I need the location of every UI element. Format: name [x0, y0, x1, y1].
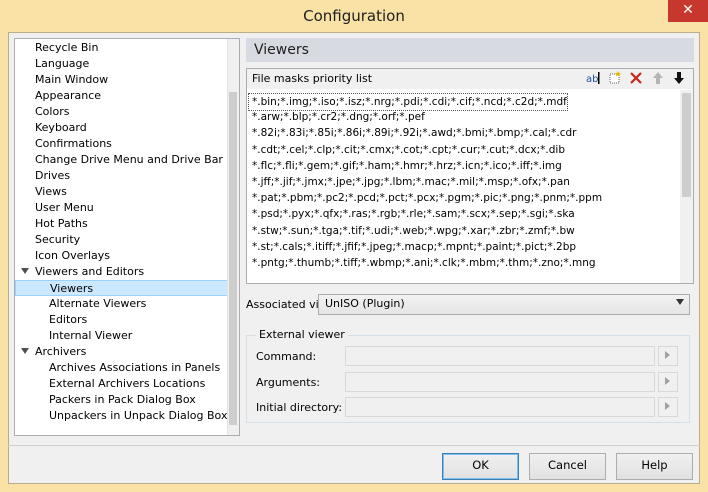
tree-item-label: Hot Paths: [35, 217, 88, 230]
settings-tree[interactable]: Recycle Bin Language Main Window Appearance…: [14, 38, 240, 436]
arrow-up-icon[interactable]: [650, 70, 666, 88]
associated-viewer-value: UnISO (Plugin): [325, 297, 405, 310]
tree-item[interactable]: Viewers and Editors: [15, 264, 228, 280]
command-browse-button[interactable]: [658, 346, 678, 366]
tree-item[interactable]: Appearance: [15, 88, 228, 104]
tree-item[interactable]: Drives: [15, 168, 228, 184]
tree-item[interactable]: Internal Viewer: [15, 328, 228, 344]
list-item[interactable]: *.jff;*.jif;*.jmx;*.jpe;*.jpg;*.lbm;*.ma…: [252, 174, 570, 190]
cancel-button[interactable]: Cancel: [529, 453, 606, 480]
tree-item[interactable]: Editors: [15, 312, 228, 328]
tree-item[interactable]: Hot Paths: [15, 216, 228, 232]
tree-item[interactable]: External Archivers Locations: [15, 376, 228, 392]
tree-item-label: Viewers and Editors: [35, 265, 145, 278]
tree-item[interactable]: Recycle Bin: [15, 40, 228, 56]
initial-directory-input[interactable]: [345, 397, 655, 417]
tree-item-label: Packers in Pack Dialog Box: [49, 393, 196, 406]
tree-item-label: Keyboard: [35, 121, 87, 134]
tree-item[interactable]: Confirmations: [15, 136, 228, 152]
tree-item[interactable]: Main Window: [15, 72, 228, 88]
tree-item-label: Archivers: [35, 345, 87, 358]
section-header: [246, 38, 694, 62]
list-item[interactable]: *.stw;*.sun;*.tga;*.tif;*.udi;*.web;*.wp…: [252, 223, 575, 239]
command-label: Command:: [256, 350, 317, 363]
help-button[interactable]: Help: [616, 453, 693, 480]
ok-button[interactable]: OK: [442, 453, 519, 480]
tree-item-label: User Menu: [35, 201, 94, 214]
tree-item-label: Drives: [35, 169, 71, 182]
tree-item[interactable]: Archives Associations in Panels: [15, 360, 228, 376]
tree-item-label: Recycle Bin: [35, 41, 99, 54]
tree-item-label: Viewers: [50, 282, 94, 295]
tree-item-label: Icon Overlays: [35, 249, 110, 262]
tree-item[interactable]: Views: [15, 184, 228, 200]
play-arrow-icon: [665, 377, 670, 385]
list-item[interactable]: *.flc;*.fli;*.gem;*.gif;*.ham;*.hmr;*.hr…: [252, 158, 562, 174]
arguments-label: Arguments:: [256, 376, 321, 389]
file-masks-caption: File masks priority list: [252, 72, 373, 85]
list-item[interactable]: *.st;*.cals;*.itiff;*.jfif;*.jpeg;*.macp…: [252, 239, 576, 255]
tree-item-label: Unpackers in Unpack Dialog Box: [49, 409, 228, 422]
list-item[interactable]: *.pntg;*.thumb;*.tiff;*.wbmp;*.ani;*.clk…: [252, 255, 596, 271]
initial-directory-label: Initial directory:: [256, 401, 343, 414]
expander-chevron-icon[interactable]: [21, 268, 29, 274]
tree-item[interactable]: Viewers: [15, 280, 228, 296]
close-icon: ✕: [682, 2, 694, 18]
tree-item-label: Colors: [35, 105, 70, 118]
tree-item-label: Language: [35, 57, 90, 70]
tree-item[interactable]: Language: [15, 56, 228, 72]
tree-item[interactable]: Security: [15, 232, 228, 248]
svg-text:ab: ab: [586, 74, 598, 85]
tree-item-label: Views: [35, 185, 67, 198]
tree-item-label: Security: [35, 233, 81, 246]
tree-item[interactable]: Packers in Pack Dialog Box: [15, 392, 228, 408]
arrow-down-icon[interactable]: [671, 70, 687, 88]
list-item[interactable]: *.arw;*.blp;*.cr2;*.dng;*.orf;*.pef: [252, 109, 425, 125]
tree-item[interactable]: Icon Overlays: [15, 248, 228, 264]
tree-item-label: Appearance: [35, 89, 102, 102]
tree-item[interactable]: Keyboard: [15, 120, 228, 136]
chevron-down-icon[interactable]: [676, 299, 684, 305]
rename-icon[interactable]: ab: [586, 70, 602, 88]
initial-directory-browse-button[interactable]: [658, 397, 678, 417]
command-input[interactable]: [345, 346, 655, 366]
tree-item[interactable]: Change Drive Menu and Drive Bar: [15, 152, 228, 168]
expander-chevron-icon[interactable]: [21, 348, 29, 354]
masks-scrollbar-thumb[interactable]: [682, 93, 691, 197]
list-item[interactable]: *.pat;*.pbm;*.pc2;*.pcd;*.pct;*.pcx;*.pg…: [252, 190, 602, 206]
close-button[interactable]: ✕: [668, 0, 708, 22]
tree-item[interactable]: Alternate Viewers: [15, 296, 228, 312]
play-arrow-icon: [665, 402, 670, 410]
tree-item-label: Editors: [49, 313, 88, 326]
new-item-icon[interactable]: [607, 70, 623, 88]
tree-item-label: Internal Viewer: [49, 329, 133, 342]
delete-icon[interactable]: [628, 70, 644, 88]
list-item[interactable]: *.82i;*.83i;*.85i;*.86i;*.89i;*.92i;*.aw…: [252, 125, 576, 141]
play-arrow-icon: [665, 351, 670, 359]
tree-item[interactable]: Archivers: [15, 344, 228, 360]
file-masks-list[interactable]: *.bin;*.img;*.iso;*.isz;*.nrg;*.pdi;*.cd…: [248, 90, 680, 282]
window-title: Configuration: [303, 7, 405, 25]
external-viewer-legend: External viewer: [256, 328, 348, 341]
tree-item[interactable]: User Menu: [15, 200, 228, 216]
tree-item-label: Change Drive Menu and Drive Bar: [35, 153, 223, 166]
tree-item-label: External Archivers Locations: [49, 377, 206, 390]
tree-item[interactable]: Colors: [15, 104, 228, 120]
tree-scrollbar-thumb[interactable]: [229, 92, 237, 425]
divider: [8, 445, 700, 446]
tree-item[interactable]: Unpackers in Unpack Dialog Box: [15, 408, 228, 424]
list-item[interactable]: *.cdt;*.cel;*.clp;*.cit;*.cmx;*.cot;*.cp…: [252, 142, 565, 158]
tree-item-label: Main Window: [35, 73, 109, 86]
tree-item-label: Archives Associations in Panels: [49, 361, 221, 374]
arguments-browse-button[interactable]: [658, 372, 678, 392]
tree-item-label: Alternate Viewers: [49, 297, 147, 310]
tree-item-label: Confirmations: [35, 137, 112, 150]
arguments-input[interactable]: [345, 372, 655, 392]
section-title: Viewers: [254, 42, 309, 58]
list-item[interactable]: *.psd;*.pyx;*.qfx;*.ras;*.rgb;*.rle;*.sa…: [252, 206, 575, 222]
